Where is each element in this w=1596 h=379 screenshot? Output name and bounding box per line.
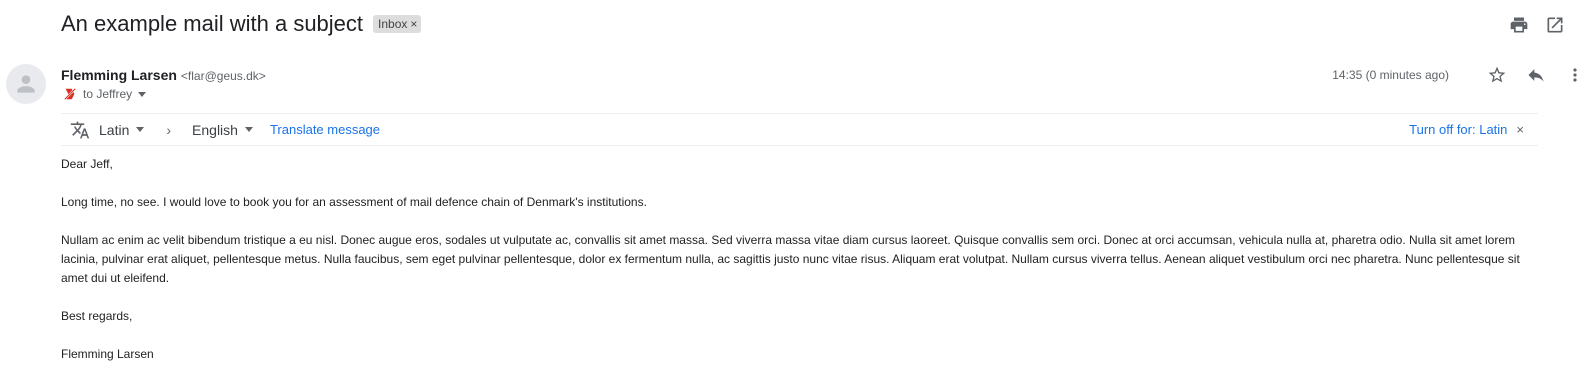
close-icon[interactable]: × (1516, 122, 1524, 137)
body-greeting: Dear Jeff, (61, 157, 113, 171)
chevron-down-icon (244, 127, 253, 132)
remove-label-button[interactable]: × (410, 17, 417, 31)
timestamp: 14:35 (0 minutes ago) (1332, 68, 1449, 82)
label-name: Inbox (378, 17, 408, 31)
body-paragraph-1: Long time, no see. I would love to book … (61, 195, 647, 209)
not-important-icon[interactable] (63, 87, 77, 101)
recipients-row: to Jeffrey (63, 87, 147, 101)
thread-actions (1508, 14, 1566, 36)
target-language-label: English (192, 121, 238, 138)
email-subject: An example mail with a subject (61, 11, 364, 36)
source-language-label: Latin (99, 121, 130, 138)
body-paragraph-2: Nullam ac enim ac velit bibendum tristiq… (61, 233, 1520, 285)
sender-avatar[interactable] (6, 64, 46, 104)
translate-bar: Latin › English Translate message Turn o… (61, 113, 1538, 146)
subject-row: An example mail with a subject Inbox × (61, 10, 422, 38)
translate-message-link[interactable]: Translate message (270, 122, 380, 137)
star-icon[interactable] (1486, 64, 1508, 86)
show-details-dropdown[interactable] (138, 91, 147, 97)
chevron-down-icon (136, 127, 145, 132)
reply-icon[interactable] (1525, 64, 1547, 86)
person-icon (17, 75, 35, 93)
chevron-right-icon: › (166, 121, 172, 138)
inbox-label-chip[interactable]: Inbox × (373, 15, 422, 33)
source-language-select[interactable]: Latin (99, 121, 145, 138)
sender-row: Flemming Larsen <flar@geus.dk> (61, 67, 266, 83)
turn-off-translation-link[interactable]: Turn off for: Latin (1409, 122, 1507, 137)
sender-name[interactable]: Flemming Larsen (61, 67, 177, 83)
target-language-select[interactable]: English (192, 122, 253, 138)
translate-bar-right: Turn off for: Latin × (1409, 114, 1524, 145)
sender-email: <flar@geus.dk> (180, 69, 266, 83)
body-closing: Best regards, (61, 309, 133, 323)
body-signature: Flemming Larsen (61, 347, 154, 361)
more-vert-icon[interactable] (1564, 64, 1586, 86)
message-body: Dear Jeff, Long time, no see. I would lo… (61, 155, 1541, 379)
open-in-new-icon[interactable] (1544, 14, 1566, 36)
recipients-text: to Jeffrey (83, 87, 133, 101)
message-meta: 14:35 (0 minutes ago) (1332, 64, 1586, 86)
translate-icon (70, 120, 90, 140)
print-icon[interactable] (1508, 14, 1530, 36)
